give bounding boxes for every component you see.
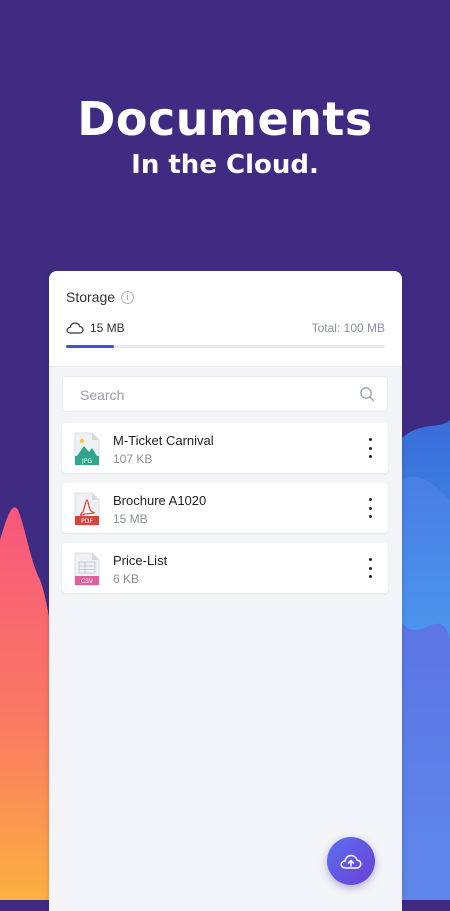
storage-total: Total: 100 MB — [311, 321, 385, 335]
storage-title: Storage — [66, 289, 116, 305]
file-item[interactable]: PDF Brochure A1020 15 MB — [62, 483, 388, 533]
file-list: JPG M-Ticket Carnival 107 KB PDF Brochur… — [62, 423, 388, 603]
search-icon[interactable] — [359, 386, 375, 402]
storage-usage-row: 15 MB Total: 100 MB — [66, 320, 385, 336]
pdf-file-icon: PDF — [74, 492, 100, 526]
file-size: 15 MB — [113, 512, 148, 526]
search-box[interactable] — [62, 376, 388, 413]
more-options-button[interactable] — [364, 438, 376, 458]
cloud-upload-icon — [340, 854, 362, 869]
search-input[interactable] — [63, 377, 372, 413]
storage-progress-bar — [66, 345, 385, 348]
storage-panel: Storage i 15 MB Total: 100 MB — [49, 271, 402, 367]
file-name: Price-List — [113, 553, 168, 568]
storage-progress-fill — [66, 345, 114, 348]
csv-file-icon: CSV — [74, 552, 100, 586]
file-type-label: JPG — [81, 458, 92, 465]
upload-button[interactable] — [327, 837, 375, 885]
file-type-label: PDF — [81, 518, 93, 525]
file-item[interactable]: CSV Price-List 6 KB — [62, 543, 388, 593]
file-item[interactable]: JPG M-Ticket Carnival 107 KB — [62, 423, 388, 473]
file-name: Brochure A1020 — [113, 493, 207, 508]
more-options-button[interactable] — [364, 558, 376, 578]
file-size: 6 KB — [113, 572, 140, 586]
jpg-file-icon: JPG — [74, 432, 100, 466]
more-options-button[interactable] — [364, 498, 376, 518]
cloud-icon — [66, 322, 84, 334]
info-icon[interactable]: i — [121, 290, 135, 304]
file-type-label: CSV — [81, 578, 94, 585]
app-screen: Storage i 15 MB Total: 100 MB Search JPG… — [49, 271, 402, 911]
hero-title: Documents — [77, 92, 373, 146]
file-name: M-Ticket Carnival — [113, 433, 214, 448]
hero-subtitle: In the Cloud. — [131, 150, 319, 180]
storage-used: 15 MB — [90, 321, 125, 335]
storage-header: Storage i — [66, 289, 135, 305]
file-size: 107 KB — [113, 452, 153, 466]
